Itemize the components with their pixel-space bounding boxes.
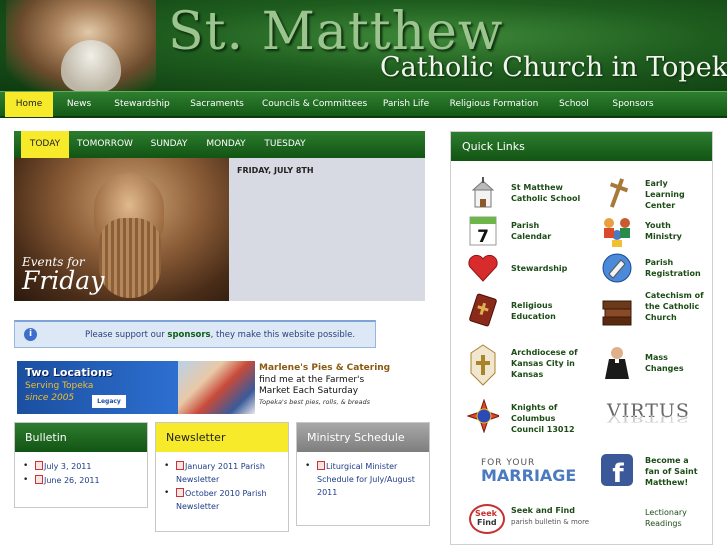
nav-item-school[interactable]: School	[554, 92, 594, 117]
pdf-icon	[176, 488, 184, 497]
main-content: TODAY TOMORROW SUNDAY MONDAY TUESDAY Eve…	[0, 118, 727, 545]
tab-tuesday[interactable]: TUESDAY	[260, 131, 310, 158]
events-tabs: TODAY TOMORROW SUNDAY MONDAY TUESDAY	[14, 131, 425, 158]
bible-icon[interactable]	[467, 293, 499, 327]
sponsor-ad-banner[interactable]: Two Locations Serving Topeka since 2005 …	[17, 361, 390, 414]
people-icon[interactable]	[601, 215, 633, 247]
list-item[interactable]: July 3, 2011	[23, 460, 147, 473]
list-item[interactable]: October 2010 Parish Newsletter	[164, 487, 288, 513]
svg-text:f: f	[612, 459, 624, 486]
nav-item-stewardship[interactable]: Stewardship	[110, 92, 174, 117]
nav-item-parish-life[interactable]: Parish Life	[378, 92, 434, 117]
pdf-icon	[317, 461, 325, 470]
quick-link-stewardship[interactable]: Stewardship	[511, 263, 581, 274]
pdf-icon	[176, 461, 184, 470]
quick-link-early-learning[interactable]: Early Learning Center	[645, 178, 705, 211]
quick-link-school[interactable]: St Matthew Catholic School	[511, 182, 581, 204]
quick-link-youth-ministry[interactable]: Youth Ministry	[645, 220, 705, 242]
nav-item-news[interactable]: News	[60, 92, 98, 117]
support-notice: i Please support our sponsors, they make…	[14, 320, 376, 348]
facebook-icon[interactable]: f	[601, 454, 633, 486]
ministry-title: Ministry Schedule	[297, 423, 429, 452]
ad-left-panel: Two Locations Serving Topeka since 2005 …	[17, 361, 178, 414]
quick-link-knights[interactable]: Knights of Columbus Council 13012	[511, 402, 581, 435]
quick-link-calendar[interactable]: Parish Calendar	[511, 220, 581, 242]
quick-links-title: Quick Links	[451, 132, 712, 161]
heart-icon[interactable]	[467, 252, 499, 284]
sponsors-link[interactable]: sponsors	[167, 330, 210, 340]
school-icon[interactable]	[467, 177, 499, 209]
pen-icon[interactable]	[601, 252, 633, 284]
newsletter-title: Newsletter	[156, 423, 288, 452]
pdf-icon	[35, 461, 43, 470]
pdf-icon	[35, 475, 43, 484]
nav-item-religious-formation[interactable]: Religious Formation	[448, 92, 540, 117]
ad-photo	[178, 361, 255, 414]
list-item[interactable]: June 26, 2011	[23, 474, 147, 487]
info-icon: i	[24, 328, 37, 341]
events-panel: FRIDAY, JULY 8TH	[229, 158, 425, 301]
quick-links-panel: Quick Links St Matthew Catholic School 7…	[450, 131, 713, 545]
ministry-schedule-box: Ministry Schedule Liturgical Minister Sc…	[296, 422, 430, 526]
event-date: FRIDAY, JULY 8TH	[237, 166, 314, 175]
quick-link-catechism[interactable]: Catechism of the Catholic Church	[645, 290, 705, 323]
site-header: St. Matthew Catholic Church in Topeka	[0, 0, 727, 92]
tab-today[interactable]: TODAY	[21, 131, 69, 158]
quick-link-archdiocese[interactable]: Archdiocese of Kansas City in Kansas	[511, 347, 581, 380]
seek-find-subtitle: parish bulletin & more	[511, 518, 590, 526]
tab-monday[interactable]: MONDAY	[202, 131, 250, 158]
quick-link-religious-education[interactable]: Religious Education	[511, 300, 581, 322]
svg-text:7: 7	[477, 227, 489, 247]
calendar-icon[interactable]: 7	[467, 215, 499, 247]
site-subtitle: Catholic Church in Topeka	[380, 52, 727, 83]
cross-icon[interactable]	[601, 177, 633, 209]
knights-icon[interactable]	[467, 399, 499, 433]
seek-find-icon[interactable]: Seek Find	[469, 504, 505, 534]
quick-link-lectionary[interactable]: Lectionary Readings	[645, 507, 705, 529]
quick-link-facebook[interactable]: Become a fan of Saint Matthew!	[645, 455, 705, 488]
bulletin-title: Bulletin	[15, 423, 147, 452]
tab-tomorrow[interactable]: TOMORROW	[74, 131, 136, 158]
books-icon[interactable]	[601, 296, 633, 328]
for-your-marriage-logo[interactable]: FOR YOUR MARRIAGE	[481, 458, 576, 490]
quick-link-registration[interactable]: Parish Registration	[645, 257, 705, 279]
nav-item-councils[interactable]: Councils & Committees	[262, 92, 367, 117]
legacy-logo: Legacy	[92, 395, 126, 408]
virtus-logo[interactable]: VIRTUS VIRTUS	[607, 400, 697, 434]
events-image-caption-big: Friday	[22, 266, 105, 295]
tab-sunday[interactable]: SUNDAY	[146, 131, 192, 158]
nav-item-home[interactable]: Home	[5, 92, 53, 117]
newsletter-box: Newsletter January 2011 Parish Newslette…	[155, 422, 289, 532]
nav-item-sacraments[interactable]: Sacraments	[186, 92, 248, 117]
crest-icon[interactable]	[467, 344, 499, 386]
main-nav: Home News Stewardship Sacraments Council…	[0, 91, 727, 117]
list-item[interactable]: Liturgical Minister Schedule for July/Au…	[305, 460, 429, 499]
support-text: Please support our sponsors, they make t…	[85, 330, 356, 340]
saint-matthew-image	[6, 0, 156, 92]
events-image: Events for Friday	[14, 158, 229, 301]
nav-item-sponsors[interactable]: Sponsors	[608, 92, 658, 117]
bulletin-box: Bulletin July 3, 2011 June 26, 2011	[14, 422, 148, 508]
quick-link-mass-changes[interactable]: Mass Changes	[645, 352, 705, 374]
quick-link-seek-find[interactable]: Seek and Find parish bulletin & more	[511, 505, 601, 528]
list-item[interactable]: January 2011 Parish Newsletter	[164, 460, 288, 486]
priest-icon[interactable]	[601, 346, 633, 379]
